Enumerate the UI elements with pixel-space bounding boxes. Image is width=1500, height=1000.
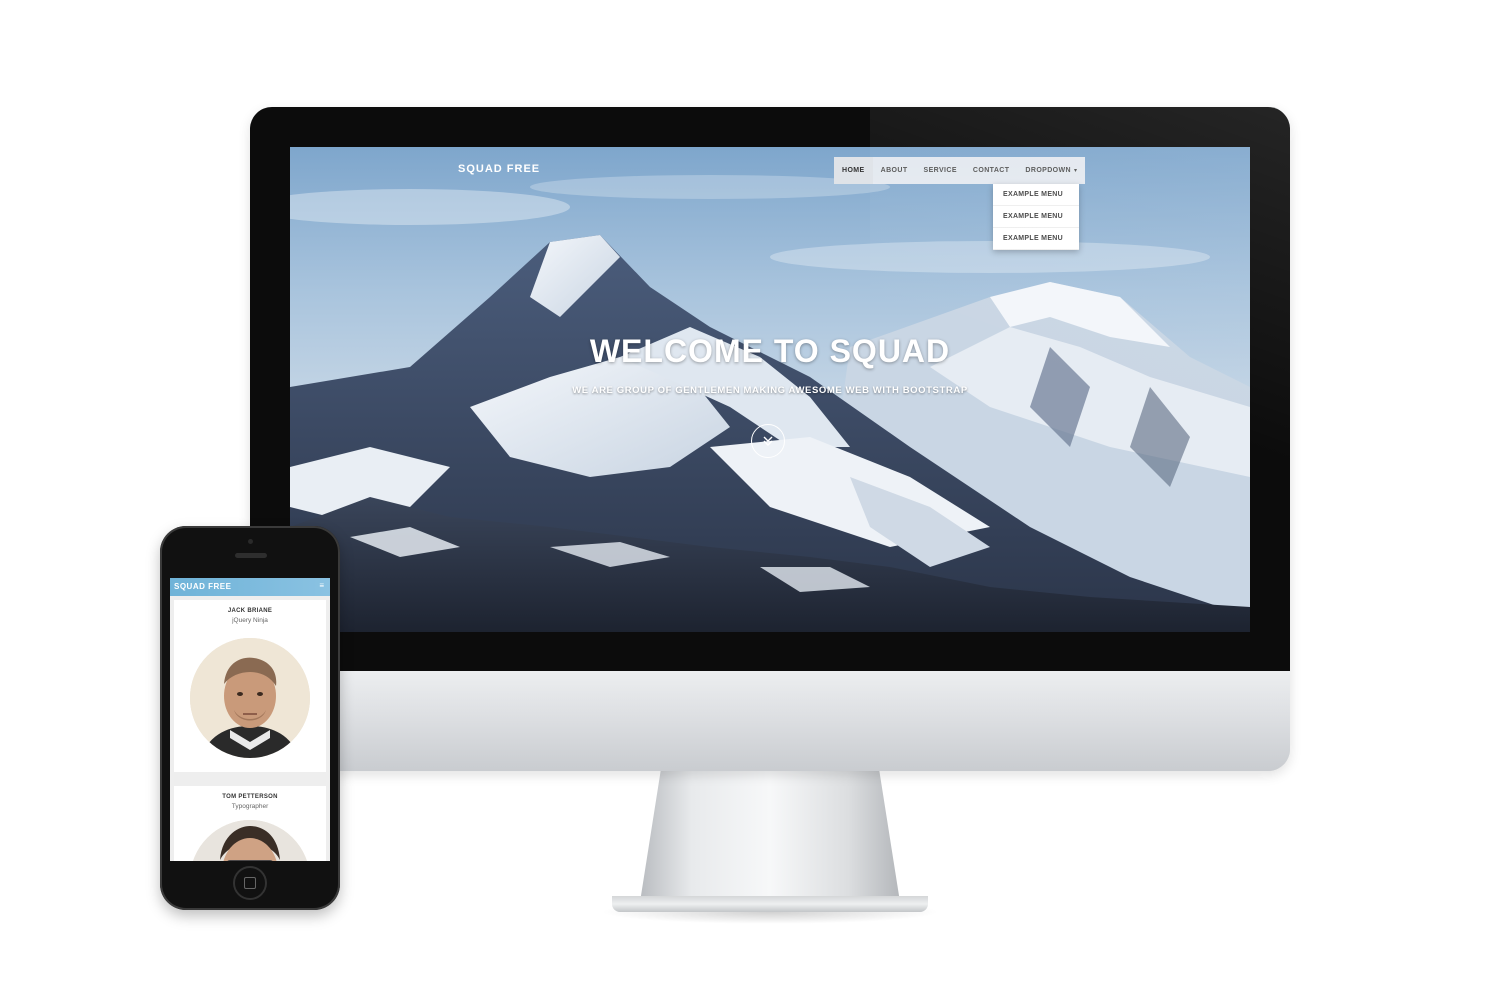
home-square-icon xyxy=(244,877,256,889)
hero-subtitle: WE ARE GROUP OF GENTLEMEN MAKING AWESOME… xyxy=(572,385,968,396)
imac-chin xyxy=(250,671,1290,771)
phone: SQUAD FREE ≡ JACK BRIANE jQuery Ninja TO… xyxy=(160,526,340,910)
dropdown-item[interactable]: EXAMPLE MENU xyxy=(993,228,1079,250)
imac-stand xyxy=(640,770,900,902)
hero-title: WELCOME TO SQUAD xyxy=(589,333,951,369)
nav-home-label: HOME xyxy=(842,167,865,174)
nav-about[interactable]: ABOUT xyxy=(873,157,916,184)
mobile-website: SQUAD FREE ≡ JACK BRIANE jQuery Ninja TO… xyxy=(170,578,330,861)
caret-down-icon: ▾ xyxy=(1074,168,1078,174)
team-member-role: jQuery Ninja xyxy=(232,617,268,624)
nav-contact-label: CONTACT xyxy=(972,167,1010,174)
nav-home[interactable]: HOME xyxy=(834,157,873,184)
nav-dropdown[interactable]: DROPDOWN ▾ xyxy=(1017,157,1085,184)
avatar xyxy=(190,638,310,758)
phone-camera xyxy=(248,539,253,544)
team-card: TOM PETTERSON Typographer xyxy=(174,786,326,861)
mobile-site-logo[interactable]: SQUAD FREE xyxy=(174,582,231,591)
mobile-navbar: SQUAD FREE ≡ xyxy=(170,578,330,596)
phone-home-button[interactable] xyxy=(233,866,267,900)
double-chevron-down-icon xyxy=(763,436,773,446)
team-card: JACK BRIANE jQuery Ninja xyxy=(174,600,326,772)
scroll-down-button[interactable] xyxy=(751,424,785,458)
team-member-name: JACK BRIANE xyxy=(227,608,273,614)
dropdown-item[interactable]: EXAMPLE MENU xyxy=(993,206,1079,228)
nav-contact[interactable]: CONTACT xyxy=(965,157,1018,184)
dropdown-item[interactable]: EXAMPLE MENU xyxy=(993,184,1079,206)
nav-service-label: SERVICE xyxy=(923,167,957,174)
dropdown-menu: EXAMPLE MENU EXAMPLE MENU EXAMPLE MENU xyxy=(993,184,1079,250)
desktop-website: SQUAD FREE HOME ABOUT SERVICE CONTACT DR… xyxy=(290,147,1250,632)
team-member-role: Typographer xyxy=(231,803,269,810)
hamburger-icon[interactable]: ≡ xyxy=(319,581,324,590)
portrait-photo xyxy=(190,638,310,758)
site-logo[interactable]: SQUAD FREE xyxy=(458,163,540,175)
team-member-name: TOM PETTERSON xyxy=(222,794,278,800)
nav-dropdown-label: DROPDOWN xyxy=(1025,167,1071,174)
main-nav: HOME ABOUT SERVICE CONTACT DROPDOWN ▾ xyxy=(834,157,1086,184)
avatar xyxy=(190,820,310,861)
imac: SQUAD FREE HOME ABOUT SERVICE CONTACT DR… xyxy=(250,107,1290,771)
phone-speaker xyxy=(235,553,267,558)
imac-bezel: SQUAD FREE HOME ABOUT SERVICE CONTACT DR… xyxy=(250,107,1290,671)
imac-stand-base xyxy=(612,896,928,912)
portrait-photo xyxy=(190,820,310,861)
nav-about-label: ABOUT xyxy=(880,167,908,174)
nav-service[interactable]: SERVICE xyxy=(916,157,965,184)
